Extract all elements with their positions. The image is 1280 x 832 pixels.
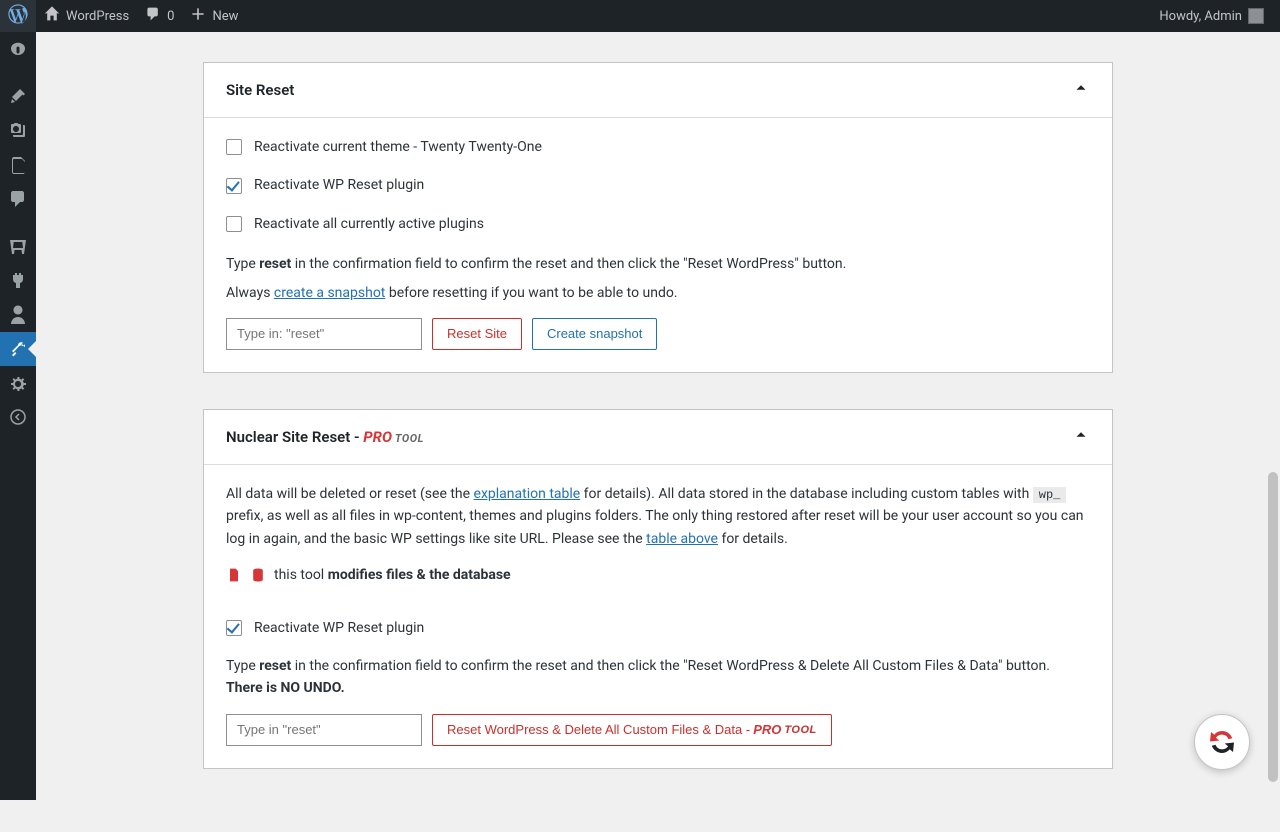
checkbox-label: Reactivate current theme - Twenty Twenty…	[254, 136, 542, 158]
tool-badge: TOOL	[392, 432, 424, 445]
file-icon	[226, 567, 242, 583]
main-content: Site Reset Reactivate current theme - Tw…	[36, 32, 1280, 800]
database-icon	[250, 567, 266, 583]
sync-icon	[1206, 726, 1238, 758]
warning-text: this tool modifies files & the database	[274, 564, 511, 586]
checkbox-row-reactivate-wp-reset[interactable]: Reactivate WP Reset plugin	[226, 174, 1090, 196]
table-above-link[interactable]: table above	[646, 531, 718, 547]
admin-bar: WordPress 0 New Howdy, Admin	[0, 0, 1280, 32]
panel-site-reset: Site Reset Reactivate current theme - Tw…	[203, 62, 1113, 373]
account-menu[interactable]: Howdy, Admin	[1151, 0, 1272, 32]
scrollbar-thumb[interactable]	[1268, 472, 1278, 782]
menu-collapse[interactable]	[0, 400, 36, 434]
wordpress-logo-icon	[8, 4, 28, 28]
pro-badge: PRO	[363, 428, 392, 446]
wp-logo-menu[interactable]	[0, 0, 36, 32]
menu-posts[interactable]	[0, 80, 36, 114]
scrollbar[interactable]	[1266, 32, 1280, 800]
menu-dashboard[interactable]	[0, 32, 36, 66]
panel-header-site-reset[interactable]: Site Reset	[204, 63, 1112, 118]
checkbox-label: Reactivate WP Reset plugin	[254, 617, 424, 639]
new-label: New	[212, 9, 238, 24]
menu-users[interactable]	[0, 298, 36, 332]
reset-site-button[interactable]: Reset Site	[432, 318, 522, 350]
checkbox-row-reactivate-theme[interactable]: Reactivate current theme - Twenty Twenty…	[226, 136, 1090, 158]
checkbox-reactivate-all-plugins[interactable]	[226, 216, 242, 232]
site-name-menu[interactable]: WordPress	[36, 0, 137, 32]
chevron-up-icon	[1072, 426, 1090, 448]
plus-icon	[190, 6, 206, 26]
panel-title: Nuclear Site Reset - PRO TOOL	[226, 428, 424, 446]
panel-nuclear-reset: Nuclear Site Reset - PRO TOOL All data w…	[203, 409, 1113, 769]
site-name-label: WordPress	[66, 9, 129, 24]
admin-side-menu	[0, 32, 36, 800]
comment-icon	[145, 6, 161, 26]
comments-count: 0	[167, 9, 174, 24]
nuclear-description: All data will be deleted or reset (see t…	[226, 483, 1090, 550]
sync-fab-button[interactable]	[1194, 714, 1250, 770]
avatar	[1248, 8, 1264, 24]
reset-confirm-input[interactable]	[226, 318, 422, 350]
greeting-text: Howdy, Admin	[1159, 9, 1242, 24]
new-content-menu[interactable]: New	[182, 0, 246, 32]
instruction-line-1: Type reset in the confirmation field to …	[226, 253, 1090, 275]
checkbox-label: Reactivate all currently active plugins	[254, 213, 484, 235]
checkbox-nuclear-reactivate[interactable]	[226, 620, 242, 636]
menu-comments[interactable]	[0, 182, 36, 216]
checkbox-label: Reactivate WP Reset plugin	[254, 174, 424, 196]
menu-tools[interactable]	[0, 332, 36, 366]
pro-badge: PRO	[753, 722, 781, 737]
checkbox-row-reactivate-all-plugins[interactable]: Reactivate all currently active plugins	[226, 213, 1090, 235]
instruction-line-2: Always create a snapshot before resettin…	[226, 282, 1090, 304]
warning-line: this tool modifies files & the database	[226, 564, 1090, 586]
checkbox-reactivate-wp-reset[interactable]	[226, 178, 242, 194]
menu-pages[interactable]	[0, 148, 36, 182]
menu-plugins[interactable]	[0, 264, 36, 298]
explanation-table-link[interactable]: explanation table	[474, 486, 581, 502]
menu-media[interactable]	[0, 114, 36, 148]
checkbox-row-nuclear-reactivate[interactable]: Reactivate WP Reset plugin	[226, 617, 1090, 639]
panel-header-nuclear[interactable]: Nuclear Site Reset - PRO TOOL	[204, 410, 1112, 465]
nuclear-instruction: Type reset in the confirmation field to …	[226, 655, 1090, 700]
menu-appearance[interactable]	[0, 230, 36, 264]
create-snapshot-link[interactable]: create a snapshot	[274, 285, 385, 301]
code-chip-wp-prefix: wp_	[1033, 487, 1067, 503]
checkbox-reactivate-theme[interactable]	[226, 139, 242, 155]
tool-badge: TOOL	[784, 724, 816, 736]
comments-menu[interactable]: 0	[137, 0, 182, 32]
nuclear-confirm-input[interactable]	[226, 714, 422, 746]
chevron-up-icon	[1072, 79, 1090, 101]
nuclear-reset-button[interactable]: Reset WordPress & Delete All Custom File…	[432, 714, 832, 746]
panel-title: Site Reset	[226, 81, 294, 99]
create-snapshot-button[interactable]: Create snapshot	[532, 318, 657, 350]
home-icon	[44, 6, 60, 26]
menu-settings[interactable]	[0, 366, 36, 400]
